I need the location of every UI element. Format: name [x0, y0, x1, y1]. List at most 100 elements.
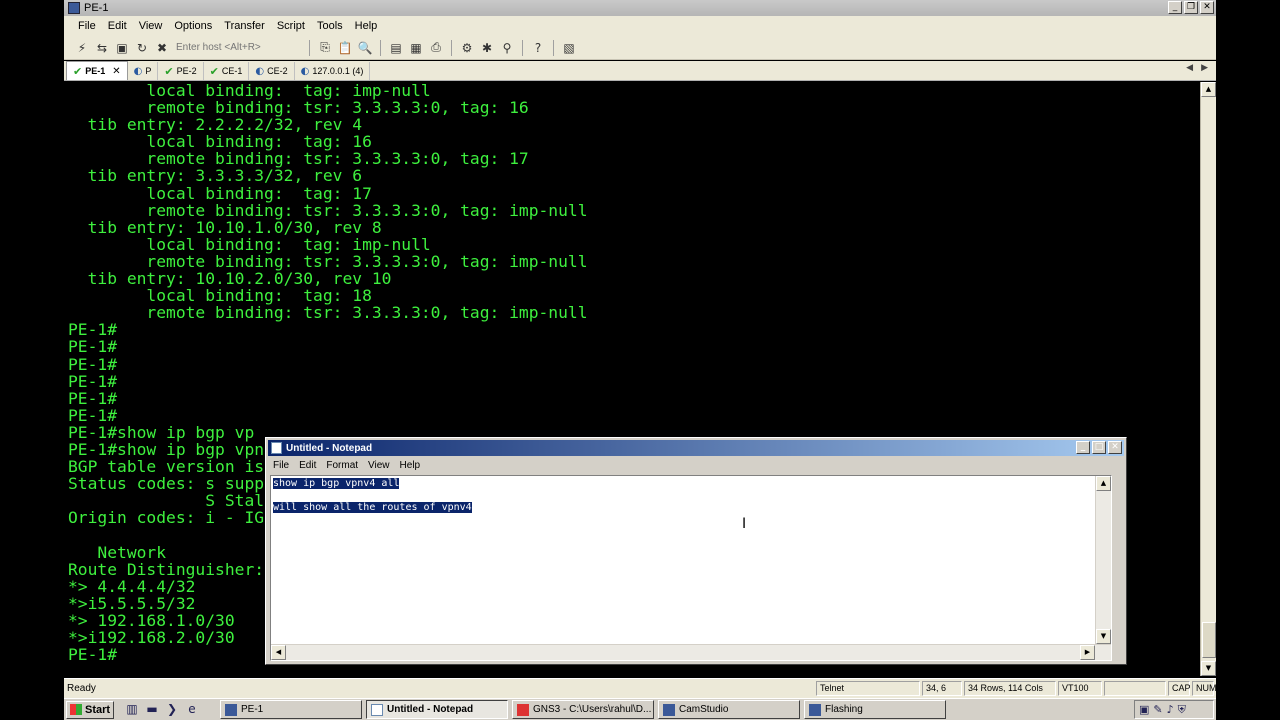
tab-ce-2[interactable]: ◐ CE-2 — [249, 62, 295, 80]
connected-icon: ✔ — [164, 64, 174, 78]
volume-icon[interactable]: ♪ — [1167, 703, 1174, 716]
connect-in-tab-icon[interactable]: ▣ — [114, 40, 130, 56]
terminal-size-field: 34 Rows, 114 Cols — [964, 681, 1056, 696]
menu-script[interactable]: Script — [271, 20, 311, 32]
scrollbar-thumb[interactable] — [1202, 622, 1216, 658]
sftp-icon[interactable]: ▧ — [561, 40, 577, 56]
reconnect-icon[interactable]: ↻ — [134, 40, 150, 56]
windows-logo-icon — [70, 704, 82, 715]
disconnect-icon[interactable]: ✖ — [154, 40, 170, 56]
task-label: CamStudio — [679, 704, 729, 715]
restore-button[interactable]: ❐ — [1184, 1, 1198, 14]
print-setup-icon[interactable]: ▦ — [408, 40, 424, 56]
gns3-icon — [517, 703, 529, 716]
tab-label: 127.0.0.1 (4) — [312, 66, 364, 76]
host-input[interactable] — [174, 39, 302, 56]
status-bar: Ready Telnet 34, 6 34 Rows, 114 Cols VT1… — [64, 678, 1217, 698]
menu-options[interactable]: Options — [168, 20, 218, 32]
task-label: Flashing — [825, 704, 863, 715]
start-label: Start — [85, 703, 111, 716]
taskbar-item-notepad[interactable]: Untitled - Notepad — [366, 700, 508, 719]
print-icon[interactable]: ⎙ — [428, 40, 444, 56]
log-session-icon[interactable]: ▤ — [388, 40, 404, 56]
app-icon — [68, 2, 80, 14]
menu-view[interactable]: View — [133, 20, 169, 32]
notepad-title-bar[interactable]: Untitled - Notepad _ □ ✕ — [268, 440, 1124, 456]
notepad-icon — [271, 442, 282, 454]
tools-icon[interactable]: ✎ — [1153, 703, 1162, 716]
notepad-horizontal-scrollbar[interactable]: ◀ ▶ — [271, 644, 1111, 660]
security-icon[interactable]: ⛨ — [1178, 703, 1186, 717]
taskbar-item-camstudio[interactable]: CamStudio — [658, 700, 800, 719]
disconnected-icon: ◐ — [255, 65, 265, 77]
scroll-up-icon[interactable]: ▲ — [1096, 476, 1111, 491]
tab-p[interactable]: ◐ P — [128, 62, 159, 80]
notepad-menu-format[interactable]: Format — [321, 460, 363, 471]
tab-127-0-0-1[interactable]: ◐ 127.0.0.1 (4) — [295, 62, 371, 80]
internet-explorer-icon[interactable]: e — [184, 702, 200, 718]
taskbar-item-flashing[interactable]: Flashing — [804, 700, 946, 719]
close-button[interactable]: ✕ — [1200, 1, 1214, 14]
flashing-icon — [809, 703, 821, 716]
scroll-left-icon[interactable]: ◀ — [271, 645, 286, 660]
securecrt-icon — [225, 703, 237, 716]
caps-indicator: CAP — [1168, 681, 1191, 696]
notepad-menu-edit[interactable]: Edit — [294, 460, 321, 471]
quick-connect-icon[interactable]: ⇆ — [94, 40, 110, 56]
connect-icon[interactable]: ⚡ — [74, 40, 90, 56]
app-title: PE-1 — [84, 2, 109, 14]
tab-pe-1[interactable]: ✔ PE-1 ✕ — [66, 61, 128, 80]
minimize-button[interactable]: _ — [1168, 1, 1182, 14]
network-icon[interactable]: ▣ — [1139, 703, 1149, 716]
notepad-window[interactable]: Untitled - Notepad _ □ ✕ File Edit Forma… — [265, 437, 1127, 665]
connected-icon: ✔ — [209, 64, 219, 78]
notepad-vertical-scrollbar[interactable]: ▲ ▼ — [1095, 476, 1111, 644]
tab-scroll-right-icon[interactable]: ▶ — [1201, 63, 1208, 73]
close-tab-icon[interactable]: ✕ — [112, 66, 120, 77]
help-icon[interactable]: ? — [530, 40, 546, 56]
keymap-icon[interactable]: ⚲ — [499, 40, 515, 56]
notepad-minimize-button[interactable]: _ — [1076, 441, 1090, 454]
menu-file[interactable]: File — [72, 20, 102, 32]
taskbar: Start ▥ ▬ ❯ e PE-1 Untitled - Notepad GN… — [64, 698, 1216, 720]
status-text: Ready — [67, 683, 96, 694]
server-manager-icon[interactable]: ▬ — [144, 702, 160, 718]
notepad-close-button[interactable]: ✕ — [1108, 441, 1122, 454]
tab-pe-2[interactable]: ✔ PE-2 — [158, 62, 204, 80]
toolbar: ⚡ ⇆ ▣ ↻ ✖ ⎘ 📋 🔍 ▤ ▦ ⎙ ⚙ ✱ ⚲ ? ▧ — [64, 36, 1216, 60]
system-tray: ▣ ✎ ♪ ⛨ — [1134, 700, 1214, 719]
scroll-down-icon[interactable]: ▼ — [1096, 629, 1111, 644]
scroll-down-icon[interactable]: ▼ — [1201, 661, 1216, 676]
taskbar-item-pe-1[interactable]: PE-1 — [220, 700, 362, 719]
tab-ce-1[interactable]: ✔ CE-1 — [204, 62, 250, 80]
menu-transfer[interactable]: Transfer — [218, 20, 271, 32]
session-options-icon[interactable]: ⚙ — [459, 40, 475, 56]
camstudio-icon — [663, 703, 675, 716]
notepad-icon — [371, 703, 383, 716]
menu-edit[interactable]: Edit — [102, 20, 133, 32]
terminal-scrollbar[interactable]: ▲ ▼ — [1200, 82, 1216, 676]
notepad-line-3: will show all the routes of vpnv4 — [273, 502, 472, 513]
notepad-text-area[interactable]: show ip bgp vpnv4 all will show all the … — [270, 475, 1112, 661]
find-icon[interactable]: 🔍 — [357, 40, 373, 56]
tab-scroll-left-icon[interactable]: ◀ — [1186, 63, 1193, 73]
start-button[interactable]: Start — [66, 700, 114, 719]
session-tab-bar: ✔ PE-1 ✕ ◐ P ✔ PE-2 ✔ CE-1 ◐ CE-2 ◐ 127.… — [64, 61, 1216, 81]
tab-label: PE-2 — [176, 66, 197, 76]
notepad-menu-help[interactable]: Help — [395, 460, 426, 471]
tab-label: P — [145, 66, 152, 76]
notepad-menu-view[interactable]: View — [363, 460, 395, 471]
copy-icon[interactable]: ⎘ — [317, 40, 333, 56]
connected-icon: ✔ — [73, 64, 83, 78]
scroll-right-icon[interactable]: ▶ — [1080, 645, 1095, 660]
paste-icon[interactable]: 📋 — [337, 40, 353, 56]
menu-tools[interactable]: Tools — [311, 20, 349, 32]
global-options-icon[interactable]: ✱ — [479, 40, 495, 56]
powershell-icon[interactable]: ❯ — [164, 702, 180, 718]
notepad-menu-file[interactable]: File — [268, 460, 294, 471]
show-desktop-icon[interactable]: ▥ — [124, 702, 140, 718]
scroll-up-icon[interactable]: ▲ — [1201, 82, 1216, 97]
taskbar-item-gns3[interactable]: GNS3 - C:\Users\rahul\D... — [512, 700, 654, 719]
menu-help[interactable]: Help — [349, 20, 384, 32]
notepad-maximize-button[interactable]: □ — [1092, 441, 1106, 454]
